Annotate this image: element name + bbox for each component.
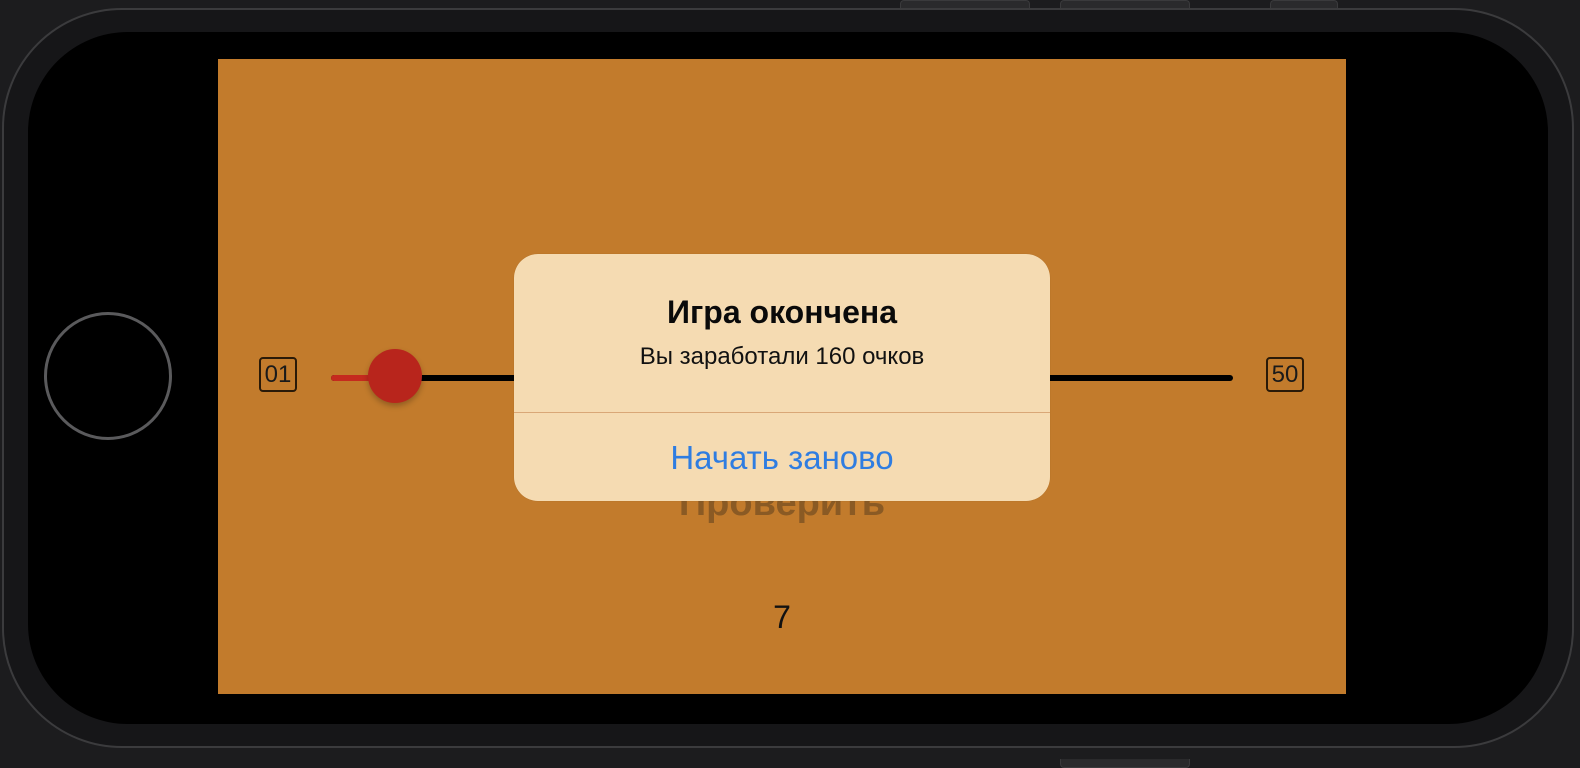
game-screen: 01 50 Проверить 7 Игра окончена Вы зараб… (218, 59, 1346, 694)
restart-button[interactable]: Начать заново (514, 413, 1050, 501)
device-frame-stage: 01 50 Проверить 7 Игра окончена Вы зараб… (0, 0, 1580, 768)
game-over-alert: Игра окончена Вы заработали 160 очков На… (514, 254, 1050, 501)
alert-message: Вы заработали 160 очков (639, 343, 925, 370)
home-button[interactable] (44, 312, 172, 440)
alert-title: Игра окончена (666, 294, 898, 330)
power-hw-button (1060, 759, 1190, 768)
